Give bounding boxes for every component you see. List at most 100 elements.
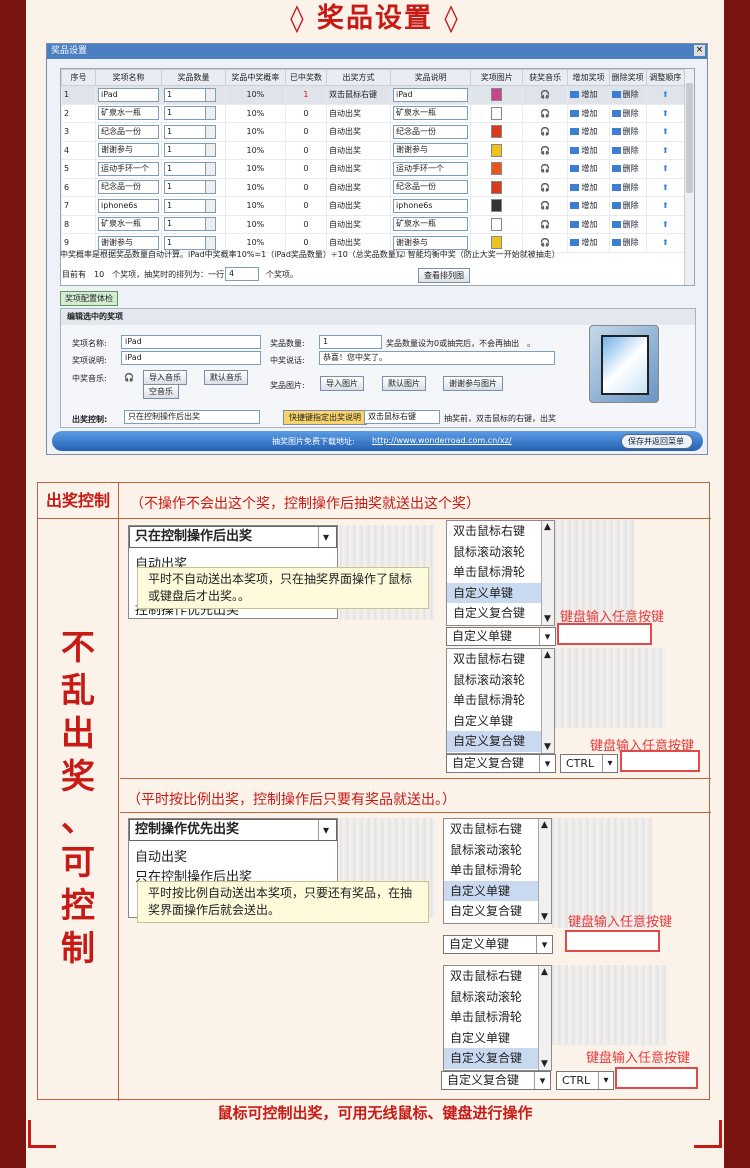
row-qty-stepper[interactable]: 1 [164, 235, 217, 250]
table-row[interactable]: 3 纪念品一份 1 10% 0 自动出奖 纪念品一份 🎧 增加 删除 ⬆ [61, 122, 686, 142]
row-name-input[interactable]: 谢谢参与 [98, 143, 160, 158]
row-image-thumb[interactable] [491, 236, 503, 250]
key-option[interactable]: 鼠标滚动滚轮 [447, 670, 554, 691]
row-desc-input[interactable]: 纪念品一份 [392, 180, 469, 195]
table-row[interactable]: 1 iPad 1 10% 1 双击鼠标右键 iPad 🎧 增加 删除 ⬆ [61, 85, 686, 105]
row-image-thumb[interactable] [491, 106, 503, 120]
move-up-icon[interactable]: ⬆ [645, 103, 686, 123]
row-qty-stepper[interactable]: 1 [164, 217, 217, 232]
row-image-thumb[interactable] [491, 217, 503, 231]
close-button[interactable]: × [694, 45, 705, 56]
row-delete-button[interactable]: 删除 [612, 127, 639, 136]
move-up-icon[interactable]: ⬆ [645, 214, 686, 234]
key-option[interactable]: 单击鼠标滑轮 [447, 562, 554, 583]
headphone-icon[interactable]: 🎧 [521, 122, 569, 142]
dropdown-2-head[interactable]: 控制操作优先出奖 [129, 819, 337, 841]
row-desc-input[interactable]: 矿泉水一瓶 [392, 106, 469, 121]
key-select-2[interactable]: 自定义复合键 [446, 754, 556, 773]
row-mode[interactable]: 自动出奖 [326, 122, 391, 142]
row-delete-button[interactable]: 删除 [612, 183, 639, 192]
row-mode[interactable]: 自动出奖 [326, 196, 391, 216]
save-return-button[interactable]: 保存并返回菜单 [621, 434, 693, 449]
default-image-button[interactable]: 默认图片 [382, 376, 426, 391]
key-select-1[interactable]: 自定义单键 [446, 627, 556, 646]
say-input[interactable]: 恭喜！您中奖了。 [319, 351, 555, 365]
row-image-thumb[interactable] [491, 162, 503, 176]
list-scrollbar[interactable] [538, 966, 551, 1070]
row-delete-button[interactable]: 删除 [612, 220, 639, 229]
key-select-4[interactable]: 自定义复合键 [441, 1071, 551, 1090]
row-delete-button[interactable]: 删除 [612, 164, 639, 173]
key-option[interactable]: 单击鼠标滑轮 [444, 860, 551, 881]
hotkey-help-button[interactable]: 快捷键指定出奖说明 [283, 410, 367, 425]
qty-input[interactable]: 1 [319, 335, 382, 349]
row-name-input[interactable]: iPad [98, 87, 160, 102]
headphone-icon[interactable]: 🎧 [521, 159, 569, 179]
row-add-button[interactable]: 增加 [570, 183, 597, 192]
key-option[interactable]: 双击鼠标右键 [444, 819, 551, 840]
row-desc-input[interactable]: 谢谢参与 [392, 235, 469, 250]
table-scrollbar[interactable] [684, 69, 694, 285]
move-up-icon[interactable]: ⬆ [645, 233, 686, 253]
row-add-button[interactable]: 增加 [570, 90, 597, 99]
key-option[interactable]: 自定义单键 [444, 880, 551, 901]
headphone-icon[interactable]: 🎧 [521, 214, 569, 234]
row-image-thumb[interactable] [491, 180, 503, 194]
list-scrollbar[interactable] [538, 819, 551, 923]
move-up-icon[interactable]: ⬆ [645, 177, 686, 197]
prize-name-input[interactable]: iPad [121, 335, 261, 349]
key-input-2[interactable] [620, 750, 700, 772]
key-list-1[interactable]: 双击鼠标右键 鼠标滚动滚轮 单击鼠标滑轮 自定义单键 自定义复合键 [446, 520, 555, 626]
thanks-image-button[interactable]: 谢谢参与图片 [443, 376, 503, 391]
row-desc-input[interactable]: iPad [392, 87, 469, 102]
table-row[interactable]: 7 iphone6s 1 10% 0 自动出奖 iphone6s 🎧 增加 删除 ⬆ [61, 196, 686, 216]
table-row[interactable]: 5 运动手环一个 1 10% 0 自动出奖 运动手环一个 🎧 增加 删除 ⬆ [61, 159, 686, 179]
key-option[interactable]: 鼠标滚动滚轮 [447, 542, 554, 563]
move-up-icon[interactable]: ⬆ [645, 122, 686, 142]
prize-desc-input[interactable]: iPad [121, 351, 261, 365]
row-add-button[interactable]: 增加 [570, 109, 597, 118]
row-add-button[interactable]: 增加 [570, 220, 597, 229]
row-qty-stepper[interactable]: 1 [164, 180, 217, 195]
row-image-thumb[interactable] [491, 125, 503, 139]
hotkey-select[interactable]: 双击鼠标右键 [364, 410, 440, 424]
row-add-button[interactable]: 增加 [570, 127, 597, 136]
row-name-input[interactable]: 运动手环一个 [98, 161, 160, 176]
ctrl-select[interactable]: 只在控制操作后出奖 [124, 410, 260, 424]
download-link[interactable]: http://www.wonderroad.com.cn/xz/ [372, 436, 512, 445]
key-option[interactable]: 鼠标滚动滚轮 [444, 987, 551, 1008]
row-add-button[interactable]: 增加 [570, 164, 597, 173]
key-option[interactable]: 双击鼠标右键 [447, 649, 554, 670]
row-add-button[interactable]: 增加 [570, 238, 597, 247]
row-desc-input[interactable]: 运动手环一个 [392, 161, 469, 176]
dropdown-1-head[interactable]: 只在控制操作后出奖 [129, 526, 337, 548]
empty-music-button[interactable]: 空音乐 [143, 384, 179, 399]
key-input-3[interactable] [565, 930, 660, 952]
ctrl-modifier-select-2[interactable]: CTRL [556, 1071, 614, 1090]
row-name-input[interactable]: 纪念品一份 [98, 180, 160, 195]
headphone-icon[interactable]: 🎧 [521, 177, 569, 197]
row-qty-stepper[interactable]: 1 [164, 87, 217, 102]
table-row[interactable]: 8 矿泉水一瓶 1 10% 0 自动出奖 矿泉水一瓶 🎧 增加 删除 ⬆ [61, 214, 686, 234]
row-mode[interactable]: 自动出奖 [326, 159, 391, 179]
import-music-button[interactable]: 导入音乐 [143, 370, 187, 385]
row-image-thumb[interactable] [491, 143, 503, 157]
config-check-button[interactable]: 奖项配置体检 [60, 291, 118, 306]
row-image-thumb[interactable] [491, 199, 503, 213]
ctrl-modifier-select[interactable]: CTRL [560, 754, 618, 773]
key-option[interactable]: 自定义单键 [447, 711, 554, 732]
per-row-stepper[interactable]: 4 [225, 267, 259, 281]
dropdown-2-option-auto[interactable]: 自动出奖 [135, 846, 187, 865]
move-up-icon[interactable]: ⬆ [645, 159, 686, 179]
row-name-input[interactable]: iphone6s [98, 198, 160, 213]
row-mode[interactable]: 自动出奖 [326, 177, 391, 197]
row-delete-button[interactable]: 删除 [612, 109, 639, 118]
key-option[interactable]: 鼠标滚动滚轮 [444, 840, 551, 861]
row-mode[interactable]: 双击鼠标右键 [326, 85, 391, 105]
key-option[interactable]: 自定义复合键 [444, 1048, 551, 1069]
row-name-input[interactable]: 矿泉水一瓶 [98, 217, 160, 232]
key-option[interactable]: 自定义单键 [444, 1028, 551, 1049]
key-input-1[interactable] [557, 623, 652, 645]
key-option[interactable]: 单击鼠标滑轮 [447, 690, 554, 711]
row-add-button[interactable]: 增加 [570, 146, 597, 155]
